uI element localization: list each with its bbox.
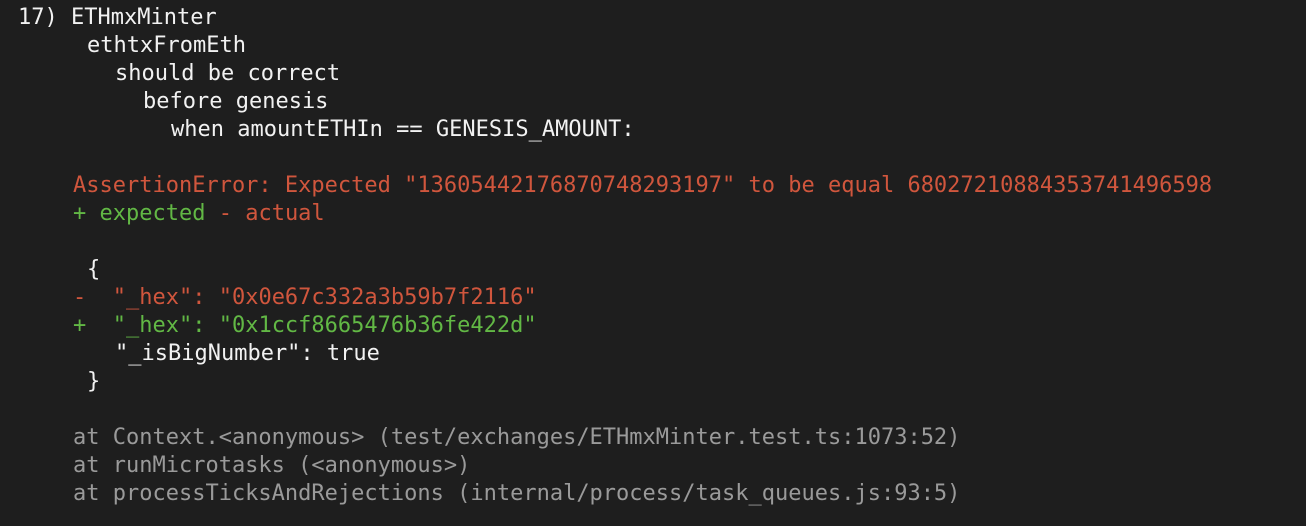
diff-added-row: + "_hex": "0x1ccf8665476b36fe422d" bbox=[73, 312, 537, 340]
stack-frame: at Context.<anonymous> (test/exchanges/E… bbox=[73, 425, 961, 450]
diff-open-brace: { bbox=[87, 257, 101, 282]
diff-removed-row: - "_hex": "0x0e67c332a3b59b7f2116" bbox=[73, 284, 537, 312]
describe-level-2: should be correct bbox=[115, 61, 341, 86]
diff-legend-actual: actual bbox=[245, 201, 325, 226]
terminal-output: 17) ETHmxMinter ethtxFromEth should be c… bbox=[0, 0, 1306, 526]
diff-legend: + expected - actual bbox=[73, 200, 325, 228]
describe-level-4: when amountETHIn == GENESIS_AMOUNT: bbox=[171, 117, 635, 142]
test-number: 17) bbox=[18, 5, 58, 30]
diff-added-line: "_hex": "0x1ccf8665476b36fe422d" bbox=[112, 313, 537, 338]
diff-context-line: "_isBigNumber": true bbox=[115, 341, 380, 366]
diff-removed-marker: - bbox=[73, 285, 87, 310]
diff-added-marker: + bbox=[73, 313, 87, 338]
diff-close-brace: } bbox=[87, 369, 101, 394]
stack-frame: at runMicrotasks (<anonymous>) bbox=[73, 453, 471, 478]
suite-name: ETHmxMinter bbox=[71, 5, 217, 30]
stack-frame: at processTicksAndRejections (internal/p… bbox=[73, 481, 961, 506]
describe-level-3: before genesis bbox=[143, 89, 329, 114]
assertion-error-message: AssertionError: Expected "13605442176870… bbox=[73, 173, 1213, 198]
diff-removed-line: "_hex": "0x0e67c332a3b59b7f2116" bbox=[112, 285, 537, 310]
test-title-line: 17) ETHmxMinter bbox=[18, 4, 217, 32]
diff-legend-expected: + expected bbox=[73, 201, 206, 226]
describe-level-1: ethtxFromEth bbox=[87, 33, 246, 58]
diff-legend-separator: - bbox=[205, 201, 246, 226]
